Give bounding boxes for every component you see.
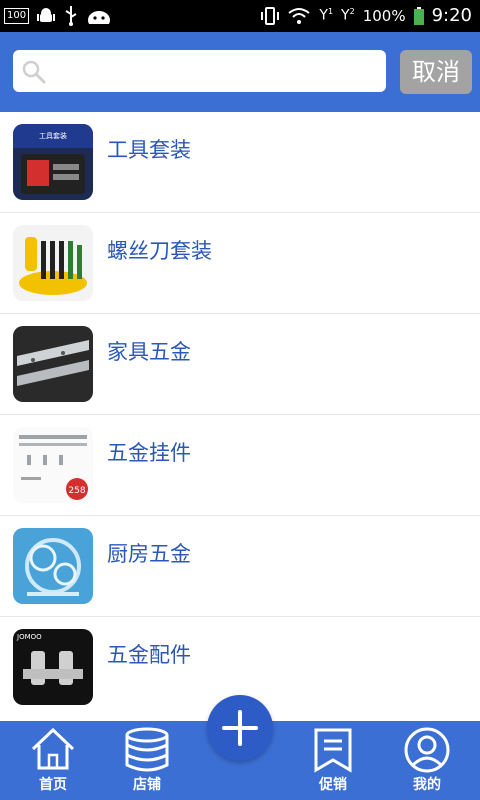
svg-text:工具套装: 工具套装: [39, 131, 67, 140]
kitchen-rack-photo: [13, 528, 93, 604]
list-item[interactable]: 厨房五金: [0, 516, 480, 617]
search-header: 取消: [0, 32, 480, 112]
tab-store-label: 店铺: [133, 777, 161, 793]
search-input[interactable]: [53, 50, 377, 94]
android-robot-icon: [88, 11, 111, 24]
tab-mine[interactable]: 我的: [382, 721, 472, 800]
user-icon: [404, 727, 450, 773]
tab-promo-label: 促销: [319, 777, 347, 793]
vibrate-icon: [261, 6, 280, 25]
usb-icon: [65, 6, 77, 26]
list-item-label: 五金配件: [107, 643, 191, 667]
list-item-label: 厨房五金: [107, 542, 191, 566]
list-item[interactable]: 工具套装 工具套装: [0, 112, 480, 213]
battery-level-box: 100: [4, 8, 30, 24]
tab-home[interactable]: 首页: [8, 721, 98, 800]
list-item[interactable]: 家具五金: [0, 314, 480, 415]
android-icon: [37, 8, 56, 22]
brand-text: JOMOO: [16, 633, 42, 641]
home-icon: [31, 727, 75, 770]
tab-promo[interactable]: 促销: [288, 721, 378, 800]
tab-home-label: 首页: [39, 777, 67, 793]
clock: 9:20: [431, 5, 472, 26]
list-item-label: 工具套装: [107, 138, 191, 162]
signal-1: Y1: [319, 7, 334, 24]
search-icon: [22, 60, 46, 84]
category-list: 工具套装 工具套装 螺丝刀套装 家具五金 258 五金挂件 厨房五金 JOMOO…: [0, 112, 480, 717]
list-item-label: 五金挂件: [107, 441, 191, 465]
status-bar: 100 Y1 Y2 100% 9:20: [0, 0, 480, 32]
list-item-label: 螺丝刀套装: [107, 239, 212, 263]
database-icon: [125, 727, 169, 772]
list-item[interactable]: 258 五金挂件: [0, 415, 480, 516]
price-badge: 258: [68, 486, 85, 496]
add-button[interactable]: [207, 695, 273, 761]
list-item[interactable]: 螺丝刀套装: [0, 213, 480, 314]
tool-kit-photo: 工具套装: [13, 124, 93, 200]
screwdriver-set-photo: [13, 225, 93, 301]
drawer-slide-photo: [13, 326, 93, 402]
bookmark-icon: [314, 728, 352, 773]
signal-2: Y2: [341, 7, 355, 24]
cancel-button[interactable]: 取消: [400, 50, 472, 94]
wifi-icon: [288, 7, 310, 24]
plus-icon: [222, 710, 258, 746]
tab-store[interactable]: 店铺: [102, 721, 192, 800]
search-box[interactable]: [13, 50, 386, 94]
list-item-label: 家具五金: [107, 340, 191, 364]
tab-mine-label: 我的: [413, 777, 441, 793]
towel-rack-photo: 258: [13, 427, 93, 503]
faucet-valve-photo: JOMOO: [13, 629, 93, 705]
battery-icon: [413, 6, 424, 25]
battery-percent: 100%: [362, 6, 406, 25]
